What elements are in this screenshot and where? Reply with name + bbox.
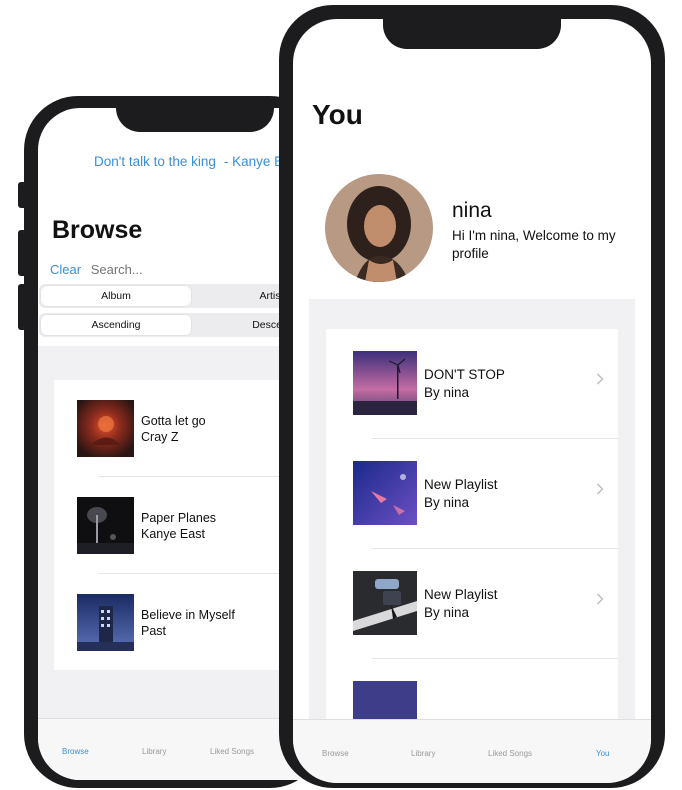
tab-bar: Browse Library Liked Songs You xyxy=(293,719,651,783)
tab-library[interactable]: Library xyxy=(411,749,435,758)
playlist-title: New Playlist xyxy=(424,587,498,602)
app-showcase: Don't talk to the king - Kanye Ea Browse … xyxy=(0,0,682,790)
playlist-title: New Playlist xyxy=(424,477,498,492)
playlist-title: DON'T STOP xyxy=(424,367,505,382)
tab-browse[interactable]: Browse xyxy=(62,747,89,756)
tab-liked-songs[interactable]: Liked Songs xyxy=(210,747,254,756)
album-art-image xyxy=(77,497,134,554)
playlist-cover-image xyxy=(353,461,417,525)
tab-liked-songs[interactable]: Liked Songs xyxy=(488,749,532,758)
song-title: Paper Planes xyxy=(141,511,217,525)
chevron-right-icon xyxy=(596,373,604,385)
page-title: Browse xyxy=(52,216,143,244)
song-title: Gotta let go xyxy=(141,414,206,428)
segment-ascending[interactable]: Ascending xyxy=(41,315,191,335)
playlist-section: DON'T STOP By nina New Playlist By nina … xyxy=(309,299,635,745)
album-art-image xyxy=(77,400,134,457)
tab-library[interactable]: Library xyxy=(142,747,166,756)
clear-button[interactable]: Clear xyxy=(50,262,81,277)
search-bar: Clear xyxy=(50,262,211,277)
playlist-owner: By nina xyxy=(424,605,470,620)
you-screen: You nina Hi I'm nina, Welcome to my prof… xyxy=(293,19,651,783)
playlist-owner: By nina xyxy=(424,385,470,400)
playlist-cover-image xyxy=(353,571,417,635)
segment-album[interactable]: Album xyxy=(41,286,191,306)
album-art-image xyxy=(77,594,134,651)
search-input[interactable] xyxy=(90,262,211,277)
playlist-row[interactable]: New Playlist By nina xyxy=(326,549,618,659)
profile-bio: Hi I'm nina, Welcome to my profile xyxy=(452,228,616,261)
notch xyxy=(383,19,561,49)
now-playing-song: Don't talk to the king xyxy=(94,154,216,169)
playlist-list: DON'T STOP By nina New Playlist By nina … xyxy=(326,329,618,745)
chevron-right-icon xyxy=(596,483,604,495)
playlist-owner: By nina xyxy=(424,495,470,510)
tab-browse[interactable]: Browse xyxy=(322,749,349,758)
notch xyxy=(116,106,274,132)
song-artist: Past xyxy=(141,624,167,638)
phone-you: You nina Hi I'm nina, Welcome to my prof… xyxy=(279,5,665,788)
avatar xyxy=(325,174,433,282)
playlist-cover-image xyxy=(353,351,417,415)
tab-you[interactable]: You xyxy=(596,749,610,758)
song-artist: Cray Z xyxy=(141,430,179,444)
playlist-row[interactable]: New Playlist By nina xyxy=(326,439,618,549)
song-artist: Kanye East xyxy=(141,527,205,541)
chevron-right-icon xyxy=(596,593,604,605)
song-title: Believe in Myself xyxy=(141,608,235,622)
profile-name: nina xyxy=(452,199,492,222)
page-title: You xyxy=(312,99,363,130)
playlist-row[interactable]: DON'T STOP By nina xyxy=(326,329,618,439)
